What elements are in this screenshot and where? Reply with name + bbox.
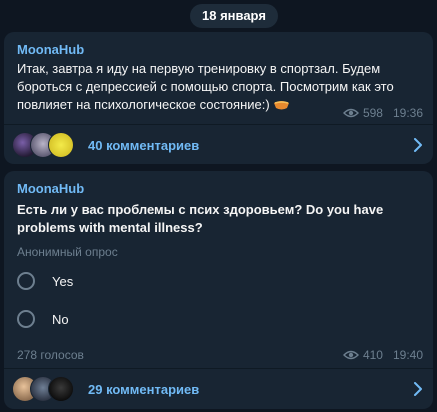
views-icon [342, 350, 359, 360]
views-count: 598 [362, 106, 383, 120]
comments-button[interactable]: 40 комментариев [4, 125, 433, 165]
radio-button[interactable] [17, 272, 35, 290]
post-text-body: Итак, завтра я иду на первую тренировку … [17, 61, 394, 112]
comments-button[interactable]: 29 комментариев [4, 369, 433, 409]
poll-option-yes[interactable]: Yes [17, 272, 73, 290]
post-meta: 598 19:36 [342, 106, 423, 120]
post-meta: 410 19:40 [342, 348, 423, 362]
radio-button[interactable] [17, 310, 35, 328]
post-author[interactable]: MoonaHub [17, 42, 84, 57]
avatar [48, 132, 74, 158]
commenter-avatars [12, 376, 82, 402]
bowl-icon [274, 101, 290, 110]
chevron-right-icon [414, 382, 422, 396]
date-separator: 18 января [190, 4, 278, 28]
channel-post-poll: MoonaHub Есть ли у вас проблемы с псих з… [4, 171, 433, 409]
poll-option-label: Yes [52, 273, 74, 289]
avatar [48, 376, 74, 402]
poll-votes: 278 голосов [17, 348, 84, 362]
poll-type: Анонимный опрос [17, 245, 118, 259]
views-icon [342, 108, 359, 118]
poll-option-label: No [52, 311, 69, 327]
chevron-right-icon [414, 138, 422, 152]
commenter-avatars [12, 132, 82, 158]
comments-count: 29 комментариев [88, 381, 200, 397]
poll-option-no[interactable]: No [17, 310, 69, 328]
poll-question: Есть ли у вас проблемы с псих здоровьем?… [17, 202, 384, 235]
channel-post: MoonaHub Итак, завтра я иду на первую тр… [4, 32, 433, 164]
post-time: 19:36 [392, 106, 423, 120]
post-time: 19:40 [392, 348, 423, 362]
views-count: 410 [362, 348, 383, 362]
comments-count: 40 комментариев [88, 137, 200, 153]
post-author[interactable]: MoonaHub [17, 181, 84, 196]
